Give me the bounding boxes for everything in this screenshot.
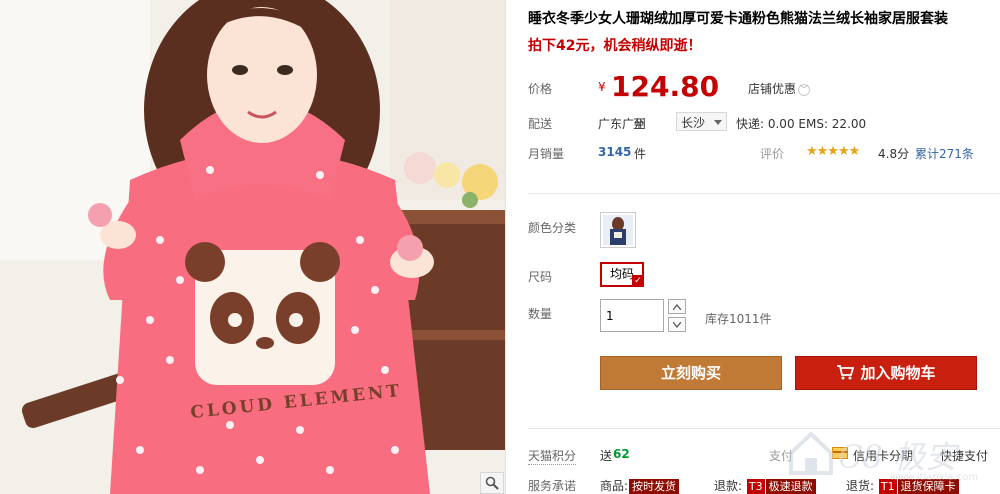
size-option-label: 均码 — [609, 267, 634, 281]
quantity-decrease-button[interactable] — [668, 317, 686, 332]
service-code-badge: T3 — [746, 479, 765, 494]
chevron-up-icon — [673, 303, 681, 310]
product-title: 睡衣冬季少女人珊瑚绒加厚可爱卡通粉色熊猫法兰绒长袖家居服套装 — [528, 11, 948, 27]
service-tag: 按时发货 — [629, 479, 680, 494]
monthly-sales-label: 月销量 — [528, 147, 565, 161]
service-tag: 极速退款 — [765, 479, 816, 494]
check-icon: ✓ — [632, 275, 644, 287]
rating-score: 4.8分 — [878, 147, 910, 161]
reviews-link[interactable]: 累计271条 — [915, 145, 974, 162]
service-promise-label: 服务承诺 — [528, 479, 577, 493]
monthly-sales-count: 3145 — [598, 145, 632, 159]
credit-installment-link[interactable]: 信用卡分期 — [853, 447, 913, 464]
size-option-selected[interactable]: 均码 ✓ — [600, 262, 644, 287]
color-label: 颜色分类 — [528, 221, 577, 235]
destination-city-select[interactable]: 长沙 — [676, 112, 727, 131]
credit-card-icon — [832, 447, 848, 459]
shipping-fee: 快递: 0.00 EMS: 22.00 — [736, 117, 867, 131]
chevron-down-icon: ﹀ — [798, 83, 811, 96]
color-option-thumb[interactable] — [600, 212, 636, 248]
price-label: 价格 — [528, 82, 553, 96]
add-to-cart-button[interactable]: 加入购物车 — [795, 356, 977, 390]
shop-discount-toggle[interactable]: 店铺优惠 ﹀ — [748, 80, 811, 97]
shipping-label: 配送 — [528, 117, 553, 131]
color-thumbnail-image — [603, 215, 633, 245]
points-send-word: 送 — [600, 449, 613, 463]
chevron-down-icon — [714, 120, 722, 125]
zoom-button[interactable] — [480, 472, 504, 494]
quantity-input[interactable] — [600, 299, 664, 332]
product-info-panel: 睡衣冬季少女人珊瑚绒加厚可爱卡通粉色熊猫法兰绒长袖家居服套装 拍下42元，机会稍… — [528, 0, 1000, 494]
quantity-label: 数量 — [528, 307, 553, 321]
service-ship-on-time[interactable]: 商品: 按时发货 — [600, 477, 680, 494]
quantity-increase-button[interactable] — [668, 299, 686, 314]
service-fast-refund[interactable]: 退款: T3 极速退款 — [714, 477, 816, 494]
section-divider — [528, 193, 1000, 194]
zoom-icon — [485, 476, 499, 490]
product-main-image[interactable]: CLOUD ELEMENT — [0, 0, 505, 494]
panel-divider — [505, 0, 506, 494]
destination-city-value: 长沙 — [681, 116, 706, 130]
service-return-guarantee[interactable]: 退货: T1 退货保障卡 — [846, 477, 959, 494]
size-label: 尺码 — [528, 270, 553, 284]
service-prefix: 商品: — [600, 479, 629, 493]
chevron-down-icon — [673, 321, 681, 328]
points-amount: 62 — [613, 447, 630, 461]
service-prefix: 退货: — [846, 479, 875, 493]
tmall-points-label[interactable]: 天猫积分 — [528, 447, 577, 465]
service-prefix: 退款: — [714, 479, 743, 493]
service-tag: 退货保障卡 — [897, 479, 959, 494]
product-subtitle: 拍下42元，机会稍纵即逝！ — [528, 38, 702, 54]
add-to-cart-label: 加入购物车 — [860, 364, 936, 382]
buy-now-button[interactable]: 立刻购买 — [600, 356, 782, 390]
product-photo-illustration — [0, 0, 505, 494]
payment-label: 支付 — [769, 449, 794, 463]
cart-icon — [837, 365, 855, 380]
rating-label: 评价 — [760, 147, 785, 161]
section-divider — [528, 428, 1000, 429]
star-icon: ★★★★★ — [806, 144, 860, 159]
monthly-sales-unit: 件 — [634, 147, 647, 161]
price-value: 124.80 — [611, 70, 720, 103]
shop-discount-label: 店铺优惠 — [748, 82, 797, 96]
stock-count: 库存1011件 — [705, 312, 772, 326]
quick-pay-link[interactable]: 快捷支付 — [940, 447, 988, 464]
service-code-badge: T1 — [878, 479, 897, 494]
ship-to-word: 至 — [633, 117, 646, 131]
price-currency: ¥ — [598, 80, 606, 94]
